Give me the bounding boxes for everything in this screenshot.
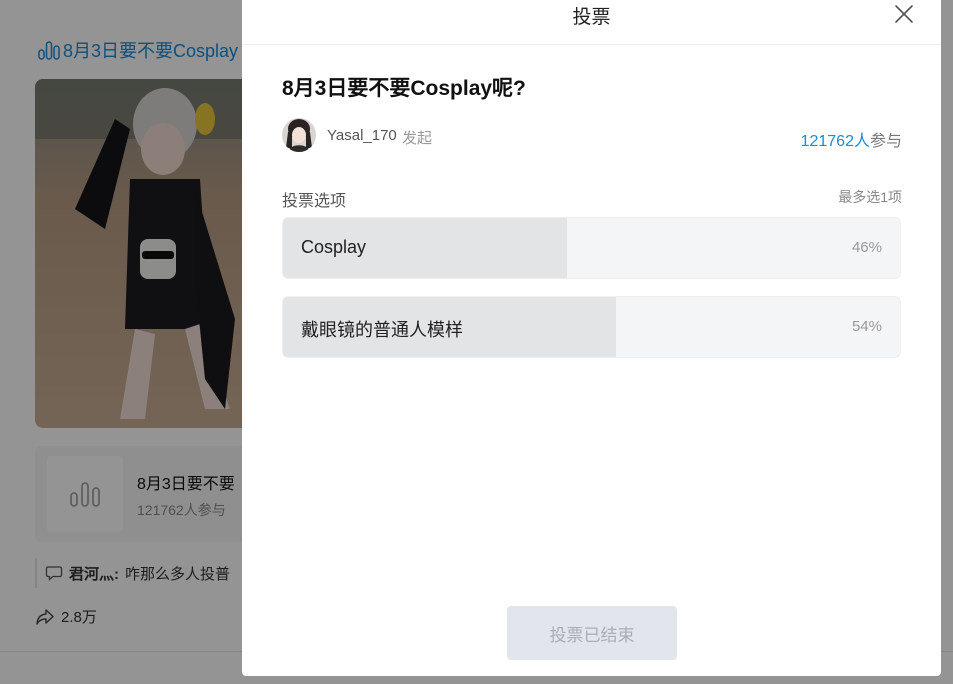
close-button[interactable] xyxy=(892,2,916,26)
options-label: 投票选项 xyxy=(282,193,347,210)
vote-ended-button: 投票已结束 xyxy=(507,606,677,660)
poll-option: Cosplay 46% xyxy=(282,217,901,279)
author-row: Yasal_170 发起 121762人参与 xyxy=(282,118,902,152)
options-limit: 最多选1项 xyxy=(838,189,902,205)
option-percentage: 54% xyxy=(851,318,882,335)
modal-title: 投票 xyxy=(572,7,611,28)
option-percentage: 46% xyxy=(851,239,882,256)
participant-count: 121762人参与 xyxy=(801,127,902,151)
option-label: Cosplay xyxy=(301,237,367,257)
avatar[interactable] xyxy=(282,118,316,152)
vote-modal: 投票 8月3日要不要Cosplay呢? Yasal_170 发起 121762人… xyxy=(242,0,941,676)
participant-number: 121762人 xyxy=(800,133,870,150)
author-name[interactable]: Yasal_170 xyxy=(327,127,397,144)
poll-question: 8月3日要不要Cosplay呢? xyxy=(282,77,526,100)
close-icon xyxy=(895,5,913,23)
modal-header: 投票 xyxy=(242,0,941,45)
poll-option: 戴眼镜的普通人模样 54% xyxy=(282,296,901,358)
option-label: 戴眼镜的普通人模样 xyxy=(301,320,463,340)
author-suffix: 发起 xyxy=(402,130,433,147)
participant-label: 参与 xyxy=(869,133,902,150)
